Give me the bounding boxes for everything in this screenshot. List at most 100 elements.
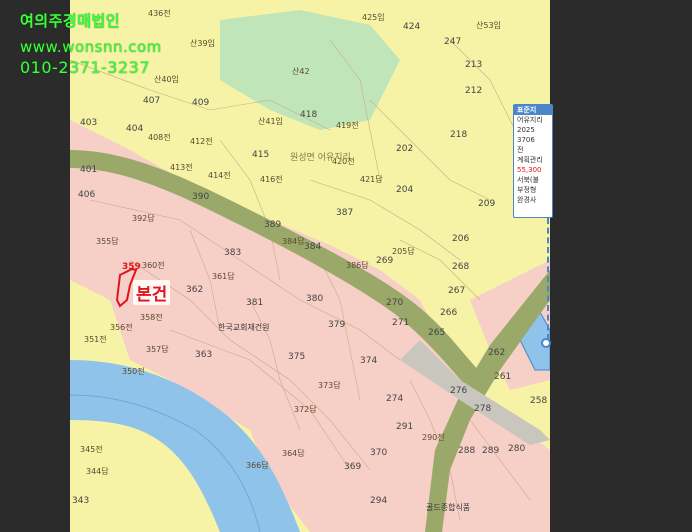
location-pin-icon[interactable] [541, 338, 551, 348]
parcel-label: 414전 [208, 171, 231, 180]
legend-row-price: 55,300 [517, 166, 542, 174]
place-label-village: 원성면 어유지리 [290, 153, 351, 163]
parcel-label: 436전 [148, 9, 171, 18]
parcel-label: 294 [370, 496, 388, 506]
parcel-label: 213 [465, 60, 483, 70]
parcel-label: 266 [440, 308, 458, 318]
legend-row: 완경사 [517, 196, 537, 204]
parcel-label: 산40임 [154, 75, 179, 84]
parcel-label: 271 [392, 318, 410, 328]
parcel-label: 403 [80, 118, 98, 128]
parcel-label: 산53임 [476, 21, 501, 30]
parcel-label: 418 [300, 110, 318, 120]
legend-row: 서북(불 [517, 176, 540, 184]
parcel-label: 258 [530, 396, 548, 406]
parcel-label: 413전 [170, 163, 193, 172]
parcel-label: 386답 [346, 261, 369, 270]
standard-land-info-box[interactable]: 표준지 어유지리 2025 3706 전 계획관리 55,300 서북(불 부정… [513, 104, 553, 218]
legend-row: 계획관리 [517, 156, 543, 164]
watermark-company: 여의주경매법인 [20, 12, 121, 30]
parcel-label: 380 [306, 294, 324, 304]
parcel-label: 265 [428, 328, 446, 338]
parcel-label: 373답 [318, 381, 341, 390]
parcel-label: 274 [386, 394, 404, 404]
parcel-label: 351전 [84, 335, 107, 344]
cadastral-map[interactable]: 436전 425임 424 산39임 산53임 247 213 212 407 … [70, 0, 550, 532]
subject-property-label: 본건 [133, 280, 171, 305]
parcel-label: 357답 [146, 345, 169, 354]
parcel-label: 415 [252, 150, 270, 160]
parcel-label: 289 [482, 446, 500, 456]
parcel-label: 392답 [132, 214, 155, 223]
legend-row: 3706 [517, 136, 535, 144]
parcel-label: 262 [488, 348, 506, 358]
parcel-label: 408전 [148, 133, 171, 142]
parcel-label: 374 [360, 356, 378, 366]
parcel-label: 356전 [110, 323, 133, 332]
parcel-label: 산41임 [258, 117, 283, 126]
legend-row: 2025 [517, 126, 535, 134]
parcel-label: 381 [246, 298, 264, 308]
parcel-label: 384답 [282, 237, 305, 246]
parcel-label: 290전 [422, 433, 445, 442]
parcel-label: 425임 [362, 13, 385, 22]
parcel-label: 407 [143, 96, 161, 106]
subject-lot-number: 359 [122, 262, 141, 272]
parcel-label: 268 [452, 262, 470, 272]
parcel-label: 424 [403, 22, 421, 32]
parcel-label: 370 [370, 448, 388, 458]
parcel-label: 270 [386, 298, 404, 308]
parcel-label: 산42 [292, 67, 310, 76]
parcel-label: 355답 [96, 237, 119, 246]
parcel-label: 350전 [122, 367, 145, 376]
parcel-label: 205답 [392, 247, 415, 256]
parcel-label: 406 [78, 190, 96, 200]
place-label-food: 골드종합식품 [426, 503, 471, 512]
parcel-label: 360전 [142, 261, 165, 270]
parcel-label: 204 [396, 185, 414, 195]
parcel-label: 202 [396, 144, 414, 154]
parcel-label: 401 [80, 165, 98, 175]
watermark-website: www.wonsnn.com [20, 38, 162, 56]
parcel-label: 276 [450, 386, 468, 396]
parcel-label: 363 [195, 350, 213, 360]
watermark-phone: 010-2371-3237 [20, 58, 151, 77]
parcel-label: 412전 [190, 137, 213, 146]
parcel-label: 269 [376, 256, 394, 266]
parcel-label: 209 [478, 199, 496, 209]
parcel-label: 364답 [282, 449, 305, 458]
parcel-label: 247 [444, 37, 462, 47]
parcel-label: 218 [450, 130, 468, 140]
parcel-label: 288 [458, 446, 476, 456]
parcel-label: 416전 [260, 175, 283, 184]
parcel-label: 345전 [80, 445, 103, 454]
legend-title: 표준지 [514, 105, 552, 115]
parcel-label: 366답 [246, 461, 269, 470]
parcel-label: 212 [465, 86, 483, 96]
parcel-label: 206 [452, 234, 470, 244]
parcel-label: 387 [336, 208, 354, 218]
parcel-label: 372답 [294, 405, 317, 414]
parcel-label: 421답 [360, 175, 383, 184]
parcel-label: 261 [494, 372, 512, 382]
parcel-label: 383 [224, 248, 242, 258]
parcel-label: 산39임 [190, 39, 215, 48]
parcel-label: 384 [304, 242, 322, 252]
parcel-label: 390 [192, 192, 210, 202]
parcel-label: 278 [474, 404, 492, 414]
parcel-label: 369 [344, 462, 362, 472]
parcel-label: 389 [264, 220, 282, 230]
parcel-label: 343 [72, 496, 90, 506]
parcel-label: 291 [396, 422, 414, 432]
parcel-label: 358전 [140, 313, 163, 322]
parcel-label: 267 [448, 286, 466, 296]
parcel-label: 362 [186, 285, 204, 295]
legend-row: 어유지리 [517, 116, 543, 124]
parcel-label: 419전 [336, 121, 359, 130]
parcel-label: 344답 [86, 467, 109, 476]
parcel-label: 280 [508, 444, 526, 454]
parcel-label: 409 [192, 98, 210, 108]
parcel-label: 361답 [212, 272, 235, 281]
parcel-label: 379 [328, 320, 346, 330]
place-label-church: 한국교회재건원 [218, 323, 270, 332]
